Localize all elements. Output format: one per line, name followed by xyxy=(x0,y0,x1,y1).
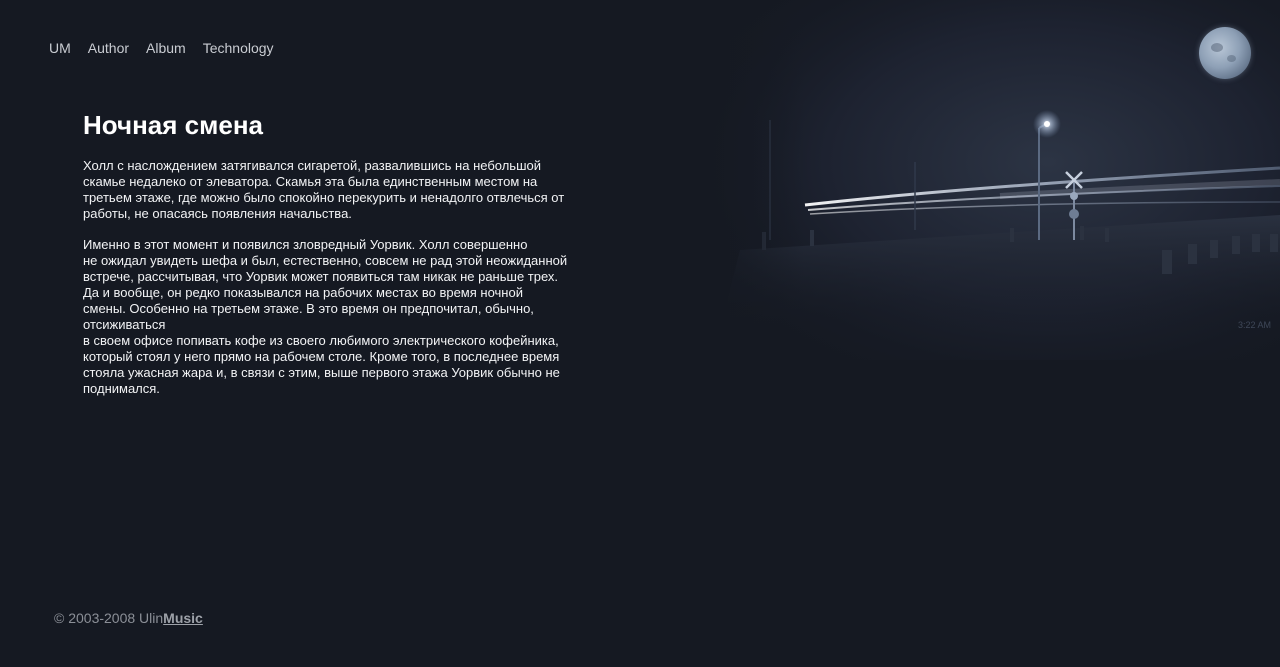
nav-link-album[interactable]: Album xyxy=(146,40,186,56)
footer-music-link[interactable]: Music xyxy=(163,610,203,626)
article-paragraph-2: Именно в этот момент и появился зловредн… xyxy=(83,237,568,396)
photo-timestamp: 3:22 AM xyxy=(1238,320,1272,330)
nav-link-um[interactable]: UM xyxy=(49,40,71,56)
top-navigation: UM Author Album Technology xyxy=(49,40,274,56)
page: 3:22 AM UM Author Album Technology Ночна… xyxy=(0,0,1280,667)
moon-icon xyxy=(1199,27,1251,79)
footer: © 2003-2008 UlinMusic xyxy=(54,610,203,626)
article-paragraph-1: Холл с наслождением затягивался сигарето… xyxy=(83,158,565,221)
nav-link-technology[interactable]: Technology xyxy=(203,40,274,56)
night-railway-photo xyxy=(700,0,1280,360)
article-title: Ночная смена xyxy=(83,110,263,140)
article: Ночная смена Холл с наслождением затягив… xyxy=(83,110,603,412)
nav-link-author[interactable]: Author xyxy=(88,40,129,56)
footer-copyright: © 2003-2008 Ulin xyxy=(54,610,164,626)
